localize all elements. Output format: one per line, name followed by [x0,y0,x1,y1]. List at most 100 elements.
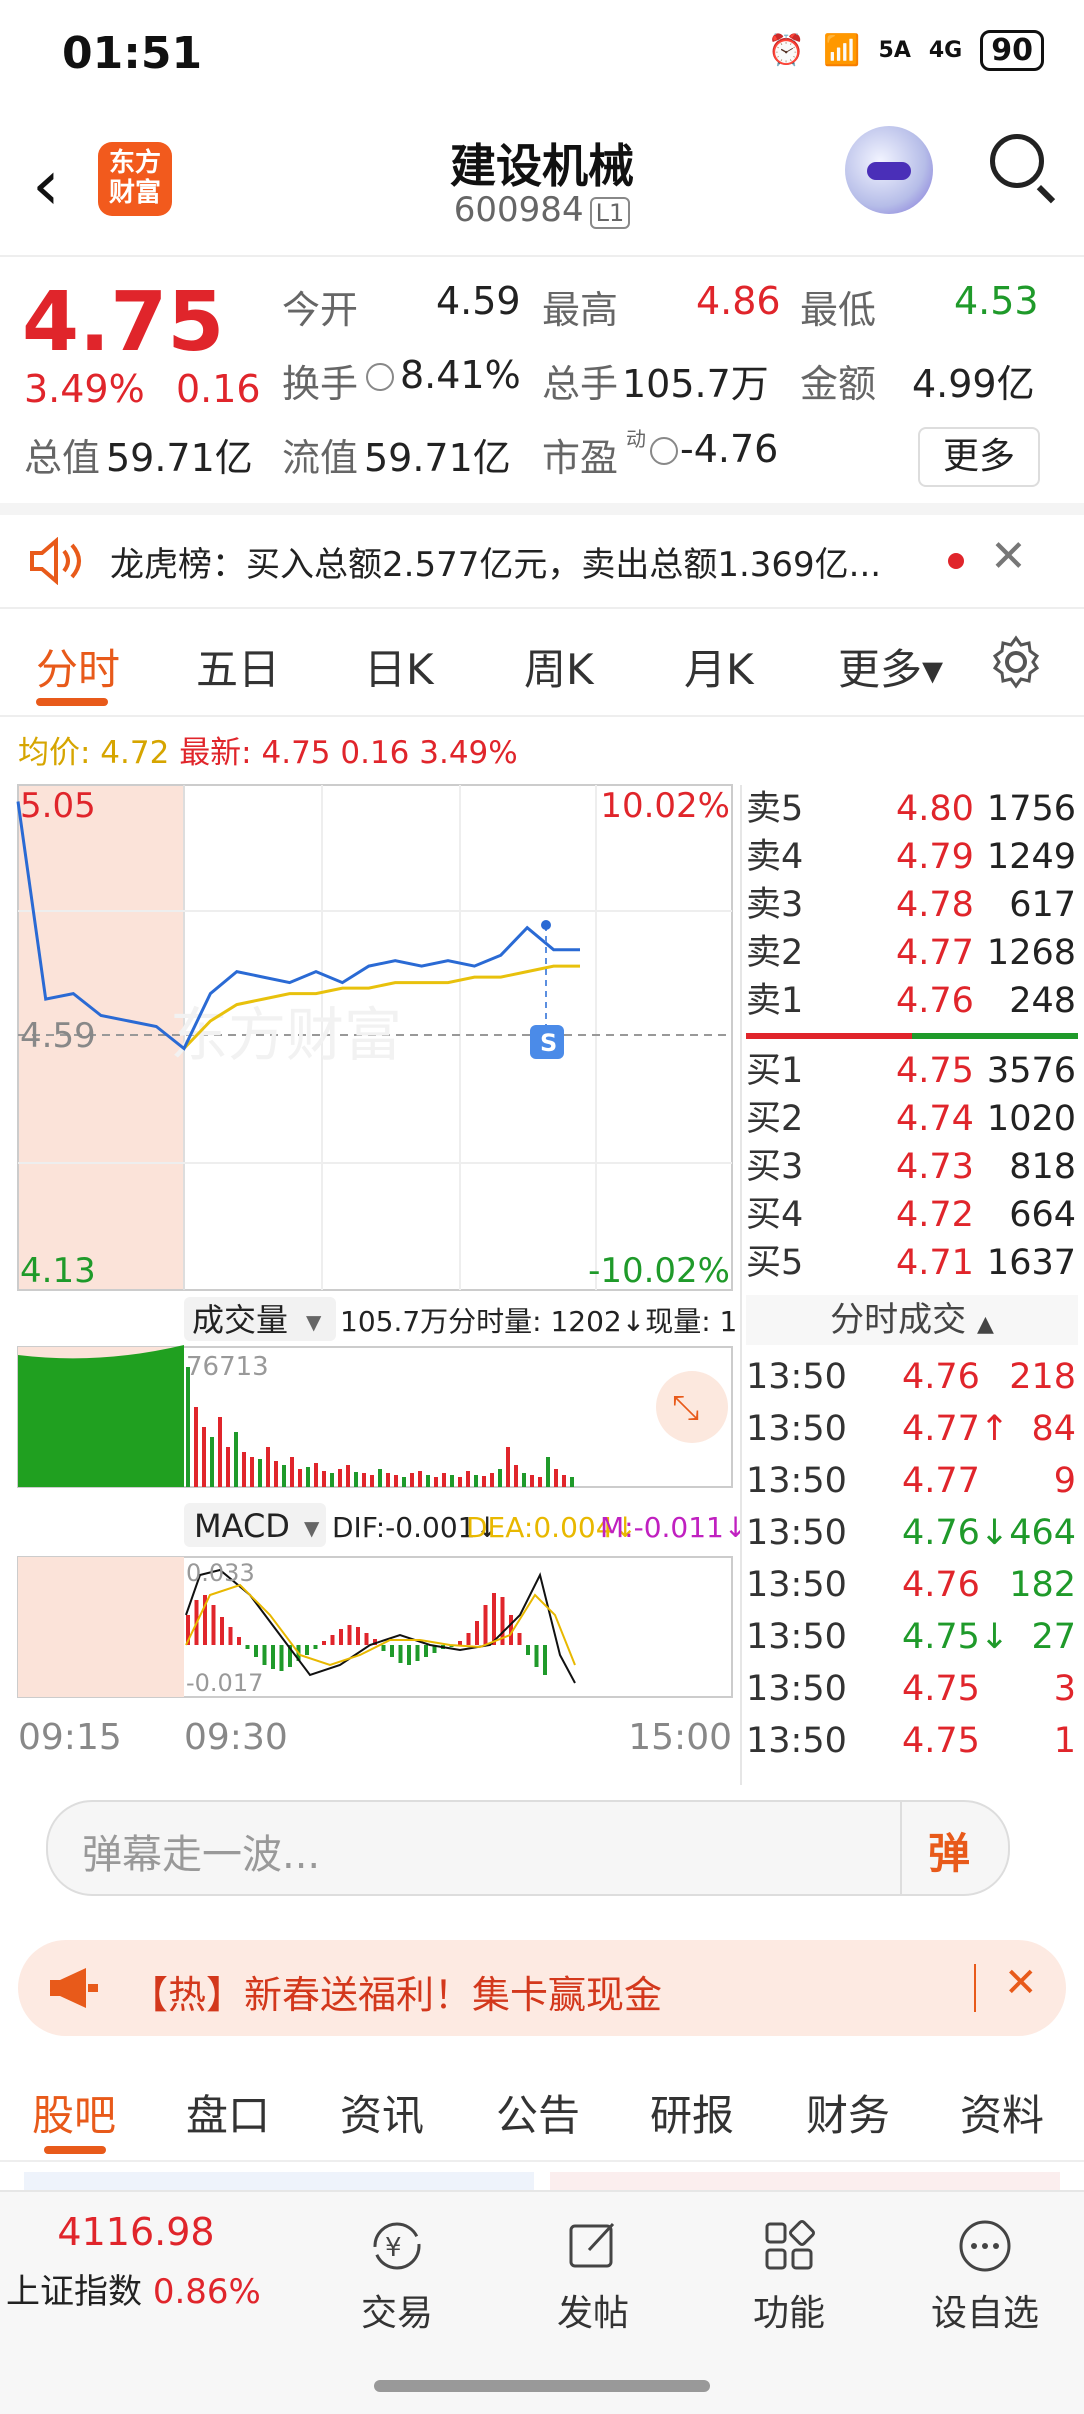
info-icon[interactable] [650,437,678,465]
grid-icon [765,2220,815,2270]
tab-pankou[interactable]: 盘口 [186,2082,270,2143]
volume-label: 总手 [542,362,619,406]
nav-trade[interactable]: ¥ 交易 [322,2218,472,2336]
tab-intraday[interactable]: 分时 [36,636,120,697]
bid-row[interactable]: 买1 4.75 3576 [746,1047,1078,1095]
bid-row[interactable]: 买5 4.71 1637 [746,1239,1078,1287]
promo-banner[interactable]: 【热】新春送福利！集卡赢现金 ✕ [18,1940,1066,2036]
tab-daily-k[interactable]: 日K [364,636,434,697]
danmaku-send-button[interactable]: 弹 [900,1802,1010,1894]
svg-text:¥: ¥ [385,2233,402,2263]
danmaku-icon: 弹 [928,1829,971,1878]
tab-profile[interactable]: 资料 [960,2082,1044,2143]
price-axis-base: 4.59 [20,1016,96,1056]
active-tab-indicator [36,698,108,706]
order-book[interactable]: 卖5 4.80 1756 卖4 4.79 1249 卖3 4.78 617 卖2 4.77 1268 卖… [746,785,1078,1287]
open-value: 4.59 [436,279,521,323]
stock-header: ‹ 东方 财富 建设机械 600984 L1 [0,110,1084,257]
tick-volume: 182 [1009,1565,1076,1605]
ask-row[interactable]: 卖2 4.77 1268 [746,929,1078,977]
tab-announcements[interactable]: 公告 [496,2082,580,2143]
volume-bar [186,1367,190,1487]
gear-icon[interactable] [988,634,1044,690]
tick-price: 4.75 [902,1669,980,1709]
danmaku-input[interactable]: 弹幕走一波... 弹 [46,1800,1010,1896]
tab-guba[interactable]: 股吧 [32,2082,116,2143]
promo-text: 【热】新春送福利！集卡赢现金 [130,1973,663,2017]
more-button[interactable]: 更多 [918,427,1040,487]
current-price: 4.75 [22,275,225,370]
volume-bar [346,1465,350,1487]
nav-post[interactable]: 发帖 [518,2218,668,2336]
signal-5a-label: 5A [878,38,911,63]
ask-price: 4.78 [896,885,974,925]
volume-bars [186,1367,574,1487]
ask-row[interactable]: 卖3 4.78 617 [746,881,1078,929]
pct-axis-top: 10.02% [600,786,730,826]
volume-max: 76713 [186,1352,269,1382]
close-icon[interactable]: ✕ [990,531,1027,582]
macd-bottom: -0.017 [186,1669,263,1697]
macd-bar [254,1645,258,1657]
bid-volume: 1637 [986,1243,1076,1283]
macd-bar [466,1633,471,1645]
close-icon[interactable]: ✕ [1004,1960,1038,2006]
content-card-preview [550,2172,1060,2190]
index-ticker[interactable]: 4116.98 上证指数 0.86% [6,2210,266,2313]
bid-row[interactable]: 买3 4.73 818 [746,1143,1078,1191]
volume-bar [498,1469,502,1487]
volume-bar [466,1471,470,1487]
bid-label: 买5 [746,1243,804,1283]
macd-bar [458,1641,462,1645]
tab-news[interactable]: 资讯 [340,2082,424,2143]
ask-label: 卖3 [746,885,804,925]
assistant-robot-icon[interactable] [845,126,933,214]
tab-weekly-k[interactable]: 周K [524,636,594,697]
speaker-icon [30,537,81,585]
divider [974,1964,976,2012]
tab-research[interactable]: 研报 [650,2082,734,2143]
ask-row[interactable]: 卖1 4.76 248 [746,977,1078,1025]
tick-volume: 9 [1053,1461,1076,1501]
ask-label: 卖2 [746,933,804,973]
volume-bar [266,1447,270,1487]
macd-bar [517,1633,522,1645]
volume-bar [450,1475,454,1487]
tab-more[interactable]: 更多▾ [838,636,943,697]
nav-functions[interactable]: 功能 [714,2218,864,2336]
ask-price: 4.76 [896,981,974,1021]
volume-bar [202,1427,206,1487]
tick-price: 4.76 [902,1357,980,1397]
ask-row[interactable]: 卖5 4.80 1756 [746,785,1078,833]
tick-row: 13:50 4.77 9 [746,1455,1078,1507]
quote-panel: 4.75 3.49% 0.16 今开 4.59 最高 4.86 最低 4.53 … [0,255,1084,515]
tick-list[interactable]: 13:50 4.76 218 13:50 4.77↑ 84 13:50 4.77 9 13:50 4… [746,1351,1078,1767]
tick-volume: 1 [1053,1721,1076,1761]
volume-bar [234,1432,238,1487]
macd-bar [483,1605,488,1645]
amount-value: 4.99亿 [912,362,1035,406]
bid-label: 买3 [746,1147,804,1187]
tick-volume: 3 [1053,1669,1076,1709]
home-indicator [374,2380,710,2392]
ask-label: 卖4 [746,837,804,877]
volume-bar [210,1437,214,1487]
macd-bar [381,1645,386,1651]
bid-row[interactable]: 买4 4.72 664 [746,1191,1078,1239]
ticks-title: 分时成交 [830,1300,967,1340]
ask-row[interactable]: 卖4 4.79 1249 [746,833,1078,881]
macd-m: M:-0.011↓ [600,1511,740,1544]
ticks-header[interactable]: 分时成交 ▲ [746,1295,1078,1345]
tab-five-day[interactable]: 五日 [196,636,280,697]
tick-price: 4.75 [902,1721,980,1761]
tab-monthly-k[interactable]: 月K [684,636,754,697]
intraday-chart[interactable]: 东方财富 S 5.05 4.59 4.13 10.02% -10.02% 成交量… [0,715,740,1780]
nav-add-watchlist[interactable]: 设自选 [910,2218,1060,2336]
amount-label: 金额 [800,362,877,406]
macd-top: 0.033 [186,1559,255,1587]
tab-finance[interactable]: 财务 [806,2082,890,2143]
notice-bar[interactable]: 龙虎榜：买入总额2.577亿元，卖出总额1.369亿... ✕ [0,515,1084,609]
info-icon[interactable] [366,363,394,391]
bid-row[interactable]: 买2 4.74 1020 [746,1095,1078,1143]
search-icon[interactable] [990,134,1044,188]
